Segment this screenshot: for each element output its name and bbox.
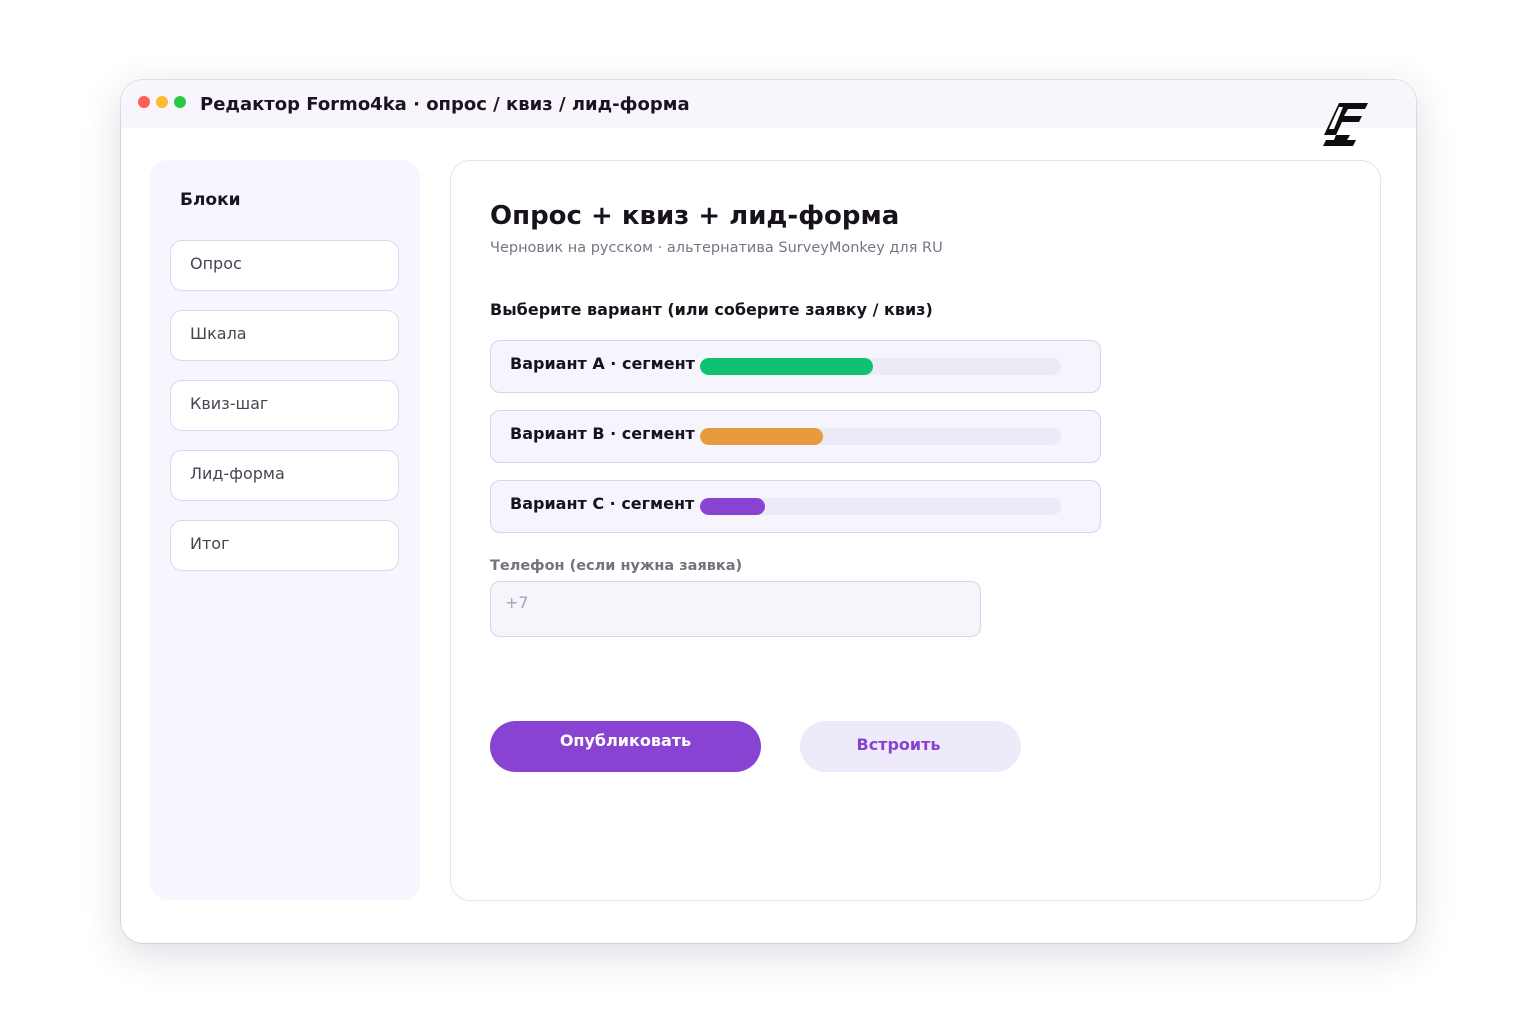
formo4ka-logo-icon: [1323, 103, 1368, 146]
editor-window: Редактор Formo4ka · опрос / квиз / лид-ф…: [121, 80, 1416, 943]
phone-input[interactable]: [490, 581, 981, 637]
blocks-sidebar: Блоки Опрос Шкала Квиз-шаг Лид-форма Ито…: [150, 160, 420, 900]
option-a[interactable]: Вариант A · сегмент: [490, 340, 1101, 393]
option-b[interactable]: Вариант B · сегмент: [490, 410, 1101, 463]
block-item-survey[interactable]: Опрос: [170, 240, 399, 291]
option-bar-fill: [700, 428, 823, 445]
block-item-label: Шкала: [190, 324, 247, 343]
phone-field-label: Телефон (если нужна заявка): [490, 558, 743, 574]
block-item-quiz-step[interactable]: Квиз-шаг: [170, 380, 399, 431]
block-item-label: Опрос: [190, 254, 242, 273]
option-label: Вариант B · сегмент: [510, 424, 695, 443]
question-label: Выберите вариант (или соберите заявку / …: [490, 300, 933, 319]
page-subtitle: Черновик на русском · альтернатива Surve…: [490, 240, 943, 256]
option-bar-fill: [700, 358, 874, 375]
form-editor-panel: Опрос + квиз + лид-форма Черновик на рус…: [450, 160, 1381, 901]
option-bar-track: [700, 498, 1061, 515]
page-title: Опрос + квиз + лид-форма: [490, 201, 900, 231]
embed-button[interactable]: Встроить: [800, 721, 1021, 772]
block-item-result[interactable]: Итог: [170, 520, 399, 571]
option-label: Вариант C · сегмент: [510, 494, 695, 513]
block-item-label: Квиз-шаг: [190, 394, 269, 413]
option-c[interactable]: Вариант C · сегмент: [490, 480, 1101, 533]
option-label: Вариант A · сегмент: [510, 354, 695, 373]
option-bar-track: [700, 428, 1061, 445]
block-item-label: Итог: [190, 534, 230, 553]
title-bar: Редактор Formo4ka · опрос / квиз / лид-ф…: [121, 80, 1416, 128]
block-item-label: Лид-форма: [190, 464, 285, 483]
publish-button[interactable]: Опубликовать: [490, 721, 761, 772]
maximize-window-button[interactable]: [174, 96, 186, 108]
window-title: Редактор Formo4ka · опрос / квиз / лид-ф…: [200, 94, 690, 115]
minimize-window-button[interactable]: [156, 96, 168, 108]
block-item-scale[interactable]: Шкала: [170, 310, 399, 361]
option-bar-track: [700, 358, 1061, 375]
block-item-lead-form[interactable]: Лид-форма: [170, 450, 399, 501]
option-bar-fill: [700, 498, 765, 515]
close-window-button[interactable]: [138, 96, 150, 108]
sidebar-heading: Блоки: [180, 190, 241, 210]
